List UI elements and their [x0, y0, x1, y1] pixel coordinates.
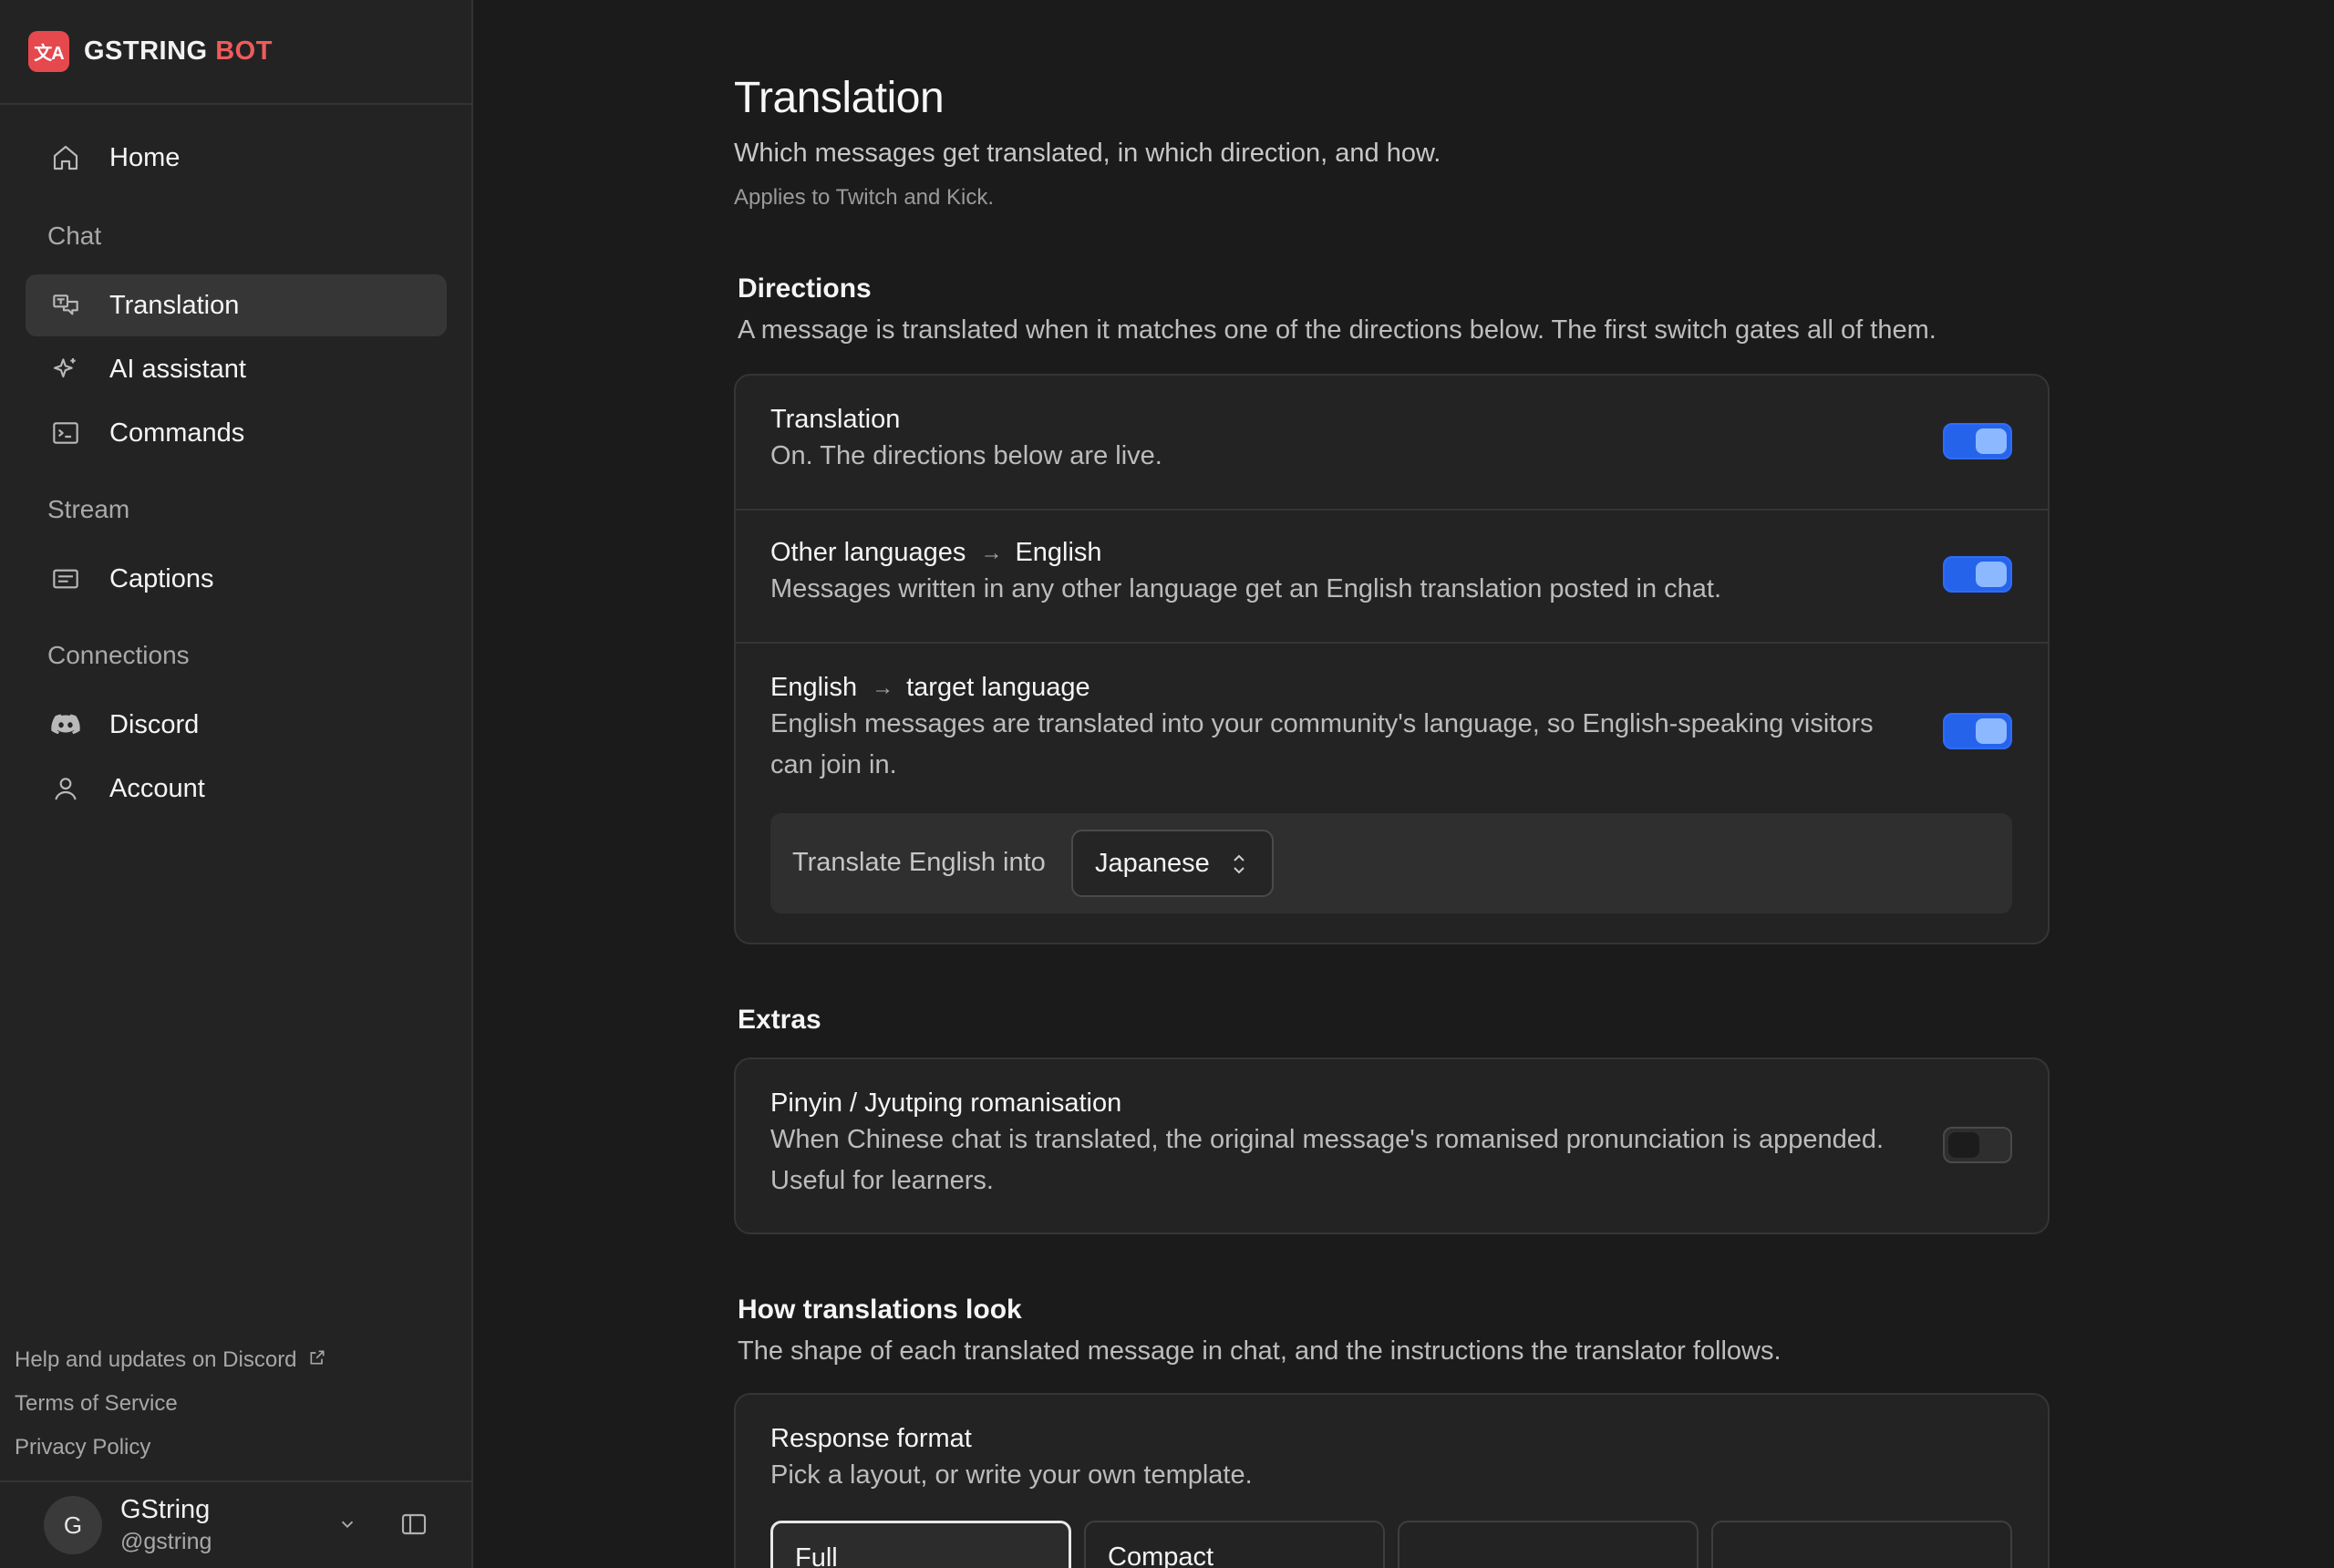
arrow-right-icon: →	[980, 540, 1003, 565]
main-content: Translation Which messages get translate…	[734, 0, 2051, 1568]
sidebar-item-label: Captions	[109, 563, 214, 593]
chevron-down-icon[interactable]	[334, 1508, 361, 1541]
english-to-target-toggle[interactable]	[1943, 713, 2012, 749]
sidebar-item-commands[interactable]: Commands	[26, 402, 447, 464]
target-language-value: Japanese	[1095, 848, 1210, 878]
other-to-english-desc: Messages written in any other language g…	[770, 574, 1722, 603]
help-discord-link[interactable]: Help and updates on Discord	[15, 1338, 326, 1382]
app-window: 文A GSTRING BOT Home Chat Translation AI …	[0, 0, 2334, 1568]
discord-icon	[49, 708, 82, 741]
look-desc: The shape of each translated message in …	[738, 1336, 1781, 1366]
response-format-title: Response format	[770, 1424, 972, 1453]
direction-to: target language	[906, 673, 1090, 702]
terminal-icon	[49, 417, 82, 449]
format-option-4[interactable]	[1711, 1521, 2012, 1568]
translation-toggle-desc: On. The directions below are live.	[770, 441, 1162, 470]
avatar: G	[44, 1496, 102, 1554]
captions-icon	[49, 562, 82, 595]
brand-name-main: GSTRING	[84, 36, 208, 66]
romanisation-toggle[interactable]	[1943, 1127, 2012, 1163]
format-option-compact[interactable]: Compact	[1084, 1521, 1385, 1568]
other-to-english-toggle[interactable]	[1943, 556, 2012, 593]
user-bar[interactable]: G GString @gstring	[0, 1480, 471, 1568]
format-options: Full Compact	[770, 1521, 2012, 1568]
user-name: GString	[120, 1495, 211, 1524]
target-language-select[interactable]: Japanese	[1071, 830, 1274, 897]
divider	[736, 642, 2048, 644]
user-icon	[49, 772, 82, 805]
translate-icon	[49, 289, 82, 322]
target-language-label: Translate English into	[792, 848, 1046, 877]
home-icon	[49, 141, 82, 174]
toggle-knob	[1976, 718, 2007, 744]
toggle-knob	[1948, 1132, 1979, 1158]
direction-from: Other languages	[770, 538, 966, 567]
nav-section-chat: Chat	[47, 222, 102, 250]
sidebar-item-captions[interactable]: Captions	[26, 548, 447, 610]
sidebar: 文A GSTRING BOT Home Chat Translation AI …	[0, 0, 473, 1568]
brand-name: GSTRING BOT	[84, 36, 273, 67]
romanisation-desc: When Chinese chat is translated, the ori…	[770, 1125, 1885, 1195]
direction-from: English	[770, 673, 858, 702]
brand-name-accent: BOT	[215, 36, 273, 66]
terms-link[interactable]: Terms of Service	[15, 1382, 326, 1426]
response-format-card: Response format Pick a layout, or write …	[734, 1393, 2050, 1568]
sidebar-item-translation[interactable]: Translation	[26, 274, 447, 336]
sidebar-item-label: Home	[109, 142, 181, 172]
privacy-link[interactable]: Privacy Policy	[15, 1426, 326, 1470]
sidebar-toggle-icon[interactable]	[396, 1508, 432, 1541]
translation-toggle-title: Translation	[770, 405, 901, 434]
help-discord-label: Help and updates on Discord	[15, 1347, 297, 1372]
sidebar-item-ai-assistant[interactable]: AI assistant	[26, 338, 447, 400]
target-language-box: Translate English into Japanese	[770, 813, 2012, 913]
nav-section-connections: Connections	[47, 641, 190, 669]
page-note: Applies to Twitch and Kick.	[734, 185, 995, 210]
extras-title: Extras	[738, 1005, 821, 1035]
external-link-icon	[308, 1347, 326, 1373]
brand[interactable]: 文A GSTRING BOT	[0, 0, 471, 105]
directions-title: Directions	[738, 273, 872, 304]
user-handle: @gstring	[120, 1529, 212, 1554]
updown-chevron-icon	[1230, 850, 1248, 883]
romanisation-title: Pinyin / Jyutping romanisation	[770, 1088, 1122, 1118]
directions-card: Translation On. The directions below are…	[734, 374, 2050, 944]
sidebar-item-label: Commands	[109, 418, 245, 448]
sidebar-item-label: Translation	[109, 290, 240, 320]
direction-to: English	[1015, 538, 1102, 567]
user-info: GString @gstring	[120, 1495, 212, 1555]
translation-master-toggle[interactable]	[1943, 423, 2012, 459]
response-format-desc: Pick a layout, or write your own templat…	[770, 1460, 1253, 1490]
sidebar-item-discord[interactable]: Discord	[26, 694, 447, 756]
english-to-target-title: English → target language	[770, 673, 1090, 703]
brand-logo-icon: 文A	[28, 31, 69, 72]
sidebar-item-label: Discord	[109, 709, 200, 739]
arrow-right-icon: →	[872, 675, 894, 700]
sidebar-item-account[interactable]: Account	[26, 758, 447, 820]
other-to-english-title: Other languages → English	[770, 538, 1102, 568]
look-title: How translations look	[738, 1295, 1022, 1325]
format-option-full[interactable]: Full	[770, 1521, 1071, 1568]
page-subtitle: Which messages get translated, in which …	[734, 139, 1441, 168]
sidebar-item-label: AI assistant	[109, 354, 246, 384]
nav-section-stream: Stream	[47, 495, 130, 523]
sidebar-item-home[interactable]: Home	[26, 127, 447, 189]
extras-card: Pinyin / Jyutping romanisation When Chin…	[734, 1057, 2050, 1234]
format-option-3[interactable]	[1398, 1521, 1699, 1568]
sparkle-icon	[49, 353, 82, 386]
toggle-knob	[1976, 562, 2007, 587]
sidebar-item-label: Account	[109, 773, 205, 803]
toggle-knob	[1976, 428, 2007, 454]
footer-links: Help and updates on Discord Terms of Ser…	[15, 1338, 326, 1470]
page-title: Translation	[734, 74, 945, 122]
english-to-target-desc: English messages are translated into you…	[770, 709, 1874, 779]
directions-desc: A message is translated when it matches …	[738, 315, 1936, 345]
divider	[736, 509, 2048, 511]
